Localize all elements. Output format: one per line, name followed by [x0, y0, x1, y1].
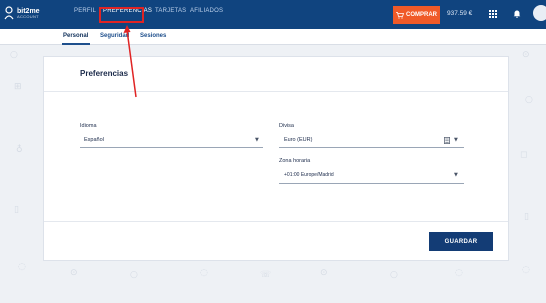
buy-label: COMPRAR	[406, 12, 437, 18]
currency-value: Euro (EUR)	[284, 137, 313, 143]
tab-sesiones[interactable]: Sesiones	[140, 33, 166, 39]
calculator-icon	[444, 137, 450, 144]
tab-personal[interactable]: Personal	[63, 33, 88, 39]
currency-label: Divisa	[279, 123, 294, 129]
preferences-card: Preferencias Idioma Español ▼ Divisa Eur…	[43, 56, 509, 261]
language-underline	[80, 147, 263, 148]
save-button[interactable]: GUARDAR	[429, 232, 493, 251]
chevron-down-icon: ▼	[454, 137, 458, 143]
buy-button[interactable]: COMPRAR	[393, 6, 440, 24]
language-label: Idioma	[80, 123, 97, 129]
language-value: Español	[84, 137, 104, 143]
card-divider-top	[44, 91, 508, 92]
nav-item-tarjetas[interactable]: TARJETAS	[155, 8, 186, 14]
nav-item-perfil[interactable]: PERFIL	[74, 8, 96, 14]
chevron-down-icon: ▼	[454, 172, 458, 178]
currency-underline	[279, 147, 464, 148]
sub-tabs: Personal Seguridad Sesiones	[0, 29, 546, 45]
card-title: Preferencias	[80, 69, 129, 78]
cart-icon	[396, 11, 404, 19]
bit2me-logo-icon	[4, 6, 14, 20]
user-avatar[interactable]	[533, 5, 546, 21]
wallet-balance[interactable]: 937.59 €	[447, 10, 472, 17]
bell-icon[interactable]	[513, 9, 521, 18]
nav-item-afiliados[interactable]: AFILIADOS	[190, 8, 223, 14]
brand-sub: ACCOUNT	[17, 13, 39, 19]
active-tab-indicator	[62, 43, 90, 45]
timezone-underline	[279, 183, 464, 184]
timezone-value: +01:00 Europe/Madrid	[284, 172, 334, 178]
brand-logo[interactable]: bit2me ACCOUNT	[4, 6, 40, 20]
chevron-down-icon: ▼	[255, 137, 259, 143]
tab-seguridad[interactable]: Seguridad	[100, 33, 129, 39]
top-navbar: bit2me ACCOUNT PERFIL PREFERENCIAS TARJE…	[0, 0, 546, 29]
card-divider-bottom	[44, 221, 508, 222]
timezone-label: Zona horaria	[279, 158, 311, 164]
apps-grid-icon[interactable]	[489, 10, 497, 18]
annotation-highlight-box	[99, 7, 144, 23]
